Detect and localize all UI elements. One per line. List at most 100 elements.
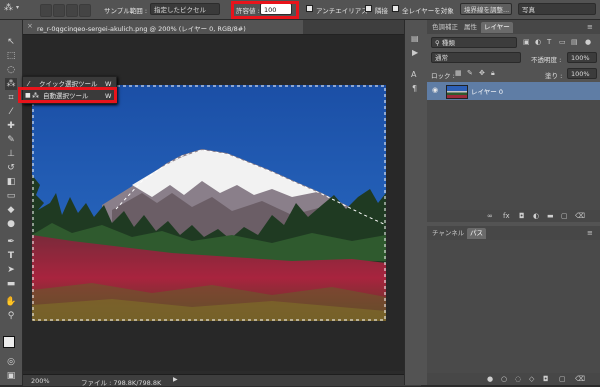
- fill-path-icon[interactable]: ●: [487, 375, 493, 383]
- layer-filter-select[interactable]: ⚲ 種類: [431, 37, 517, 48]
- filter-toggle-icon[interactable]: ●: [585, 38, 591, 46]
- eye-icon[interactable]: ◉: [432, 86, 438, 94]
- add-mask-icon[interactable]: ◘: [543, 375, 549, 383]
- new-path-icon[interactable]: ▢: [559, 375, 566, 383]
- shape-tool-icon[interactable]: ▬: [5, 278, 17, 290]
- trash-icon[interactable]: ⌫: [575, 375, 585, 383]
- chevron-down-icon[interactable]: ▾: [16, 4, 19, 11]
- document-tab-bar: × re_r-0qgcinqeo-sergei-akulich.png @ 20…: [23, 20, 421, 35]
- marquee-tool-icon[interactable]: ⬚: [5, 50, 17, 62]
- refine-edge-button[interactable]: 境界線を調整...: [460, 3, 512, 15]
- folder-icon[interactable]: ▬: [547, 212, 554, 220]
- link-icon[interactable]: ∞: [487, 212, 493, 220]
- layers-footer: ∞ fx ◘ ◐ ▬ ▢ ⌫: [427, 210, 600, 222]
- gradient-tool-icon[interactable]: ▭: [5, 190, 17, 202]
- lasso-tool-icon[interactable]: ◌: [5, 64, 17, 76]
- channels-panel-tabbar: チャンネル パス ≡: [427, 226, 600, 240]
- healing-tool-icon[interactable]: ✚: [5, 120, 17, 132]
- panel-menu-icon[interactable]: ≡: [587, 23, 593, 31]
- layer-filter-value: 種類: [441, 39, 455, 47]
- dodge-tool-icon[interactable]: ●: [5, 218, 17, 230]
- lock-transparency-icon[interactable]: ▦: [455, 69, 462, 77]
- fill-input[interactable]: 100%: [567, 68, 597, 79]
- add-selection-button[interactable]: [53, 4, 65, 17]
- tab-layers[interactable]: レイヤー: [481, 22, 513, 33]
- eraser-tool-icon[interactable]: ◧: [5, 176, 17, 188]
- adjustment-icon[interactable]: ◐: [533, 212, 539, 220]
- move-tool-icon[interactable]: ↖: [5, 36, 17, 48]
- filter-pixel-icon[interactable]: ▣: [523, 38, 530, 46]
- tab-adjustments[interactable]: 色調補正: [429, 22, 461, 33]
- pen-tool-icon[interactable]: ✒: [5, 236, 17, 248]
- filter-adjust-icon[interactable]: ◐: [535, 38, 541, 46]
- all-layers-checkbox[interactable]: [392, 5, 399, 12]
- eyedropper-tool-icon[interactable]: ⁄: [5, 106, 17, 118]
- brush-tool-icon[interactable]: ✎: [5, 134, 17, 146]
- fx-icon[interactable]: fx: [503, 212, 510, 220]
- zoom-tool-icon[interactable]: ⚲: [5, 310, 17, 322]
- workspace-select[interactable]: 写真: [518, 3, 596, 15]
- filter-shape-icon[interactable]: ▭: [559, 38, 566, 46]
- paths-list: [427, 240, 600, 373]
- screen-mode-icon[interactable]: ▣: [5, 370, 17, 382]
- subtract-selection-button[interactable]: [66, 4, 78, 17]
- sample-size-select[interactable]: 指定したピクセル: [150, 3, 220, 15]
- quick-mask-icon[interactable]: ◎: [5, 356, 17, 368]
- toolbox: ↖ ⬚ ◌ ⁂ ⌗ ⁄ ✚ ✎ ⊥ ↺ ◧ ▭ ◆ ● ✒ T ➤ ▬ ✋ ⚲ …: [0, 20, 23, 385]
- history-brush-icon[interactable]: ↺: [5, 162, 17, 174]
- paragraph-icon[interactable]: ¶: [412, 84, 417, 93]
- stroke-path-icon[interactable]: ○: [501, 375, 507, 383]
- close-icon[interactable]: ×: [27, 22, 33, 30]
- lock-pixels-icon[interactable]: ✎: [467, 69, 473, 77]
- lock-all-icon[interactable]: 🔒︎: [491, 69, 495, 78]
- document-title: re_r-0qgcinqeo-sergei-akulich.png @ 200%…: [37, 25, 246, 33]
- zoom-level[interactable]: 200%: [31, 377, 50, 385]
- options-bar: ⁂ ▾ サンプル範囲 : 指定したピクセル 許容値 : 100 アンチエイリアス…: [0, 0, 600, 20]
- crop-tool-icon[interactable]: ⌗: [5, 92, 17, 104]
- filter-type-icon[interactable]: T: [547, 38, 551, 46]
- layer-name[interactable]: レイヤー 0: [471, 86, 503, 96]
- antialias-checkbox[interactable]: [306, 5, 313, 12]
- antialias-label: アンチエイリアス: [316, 7, 368, 15]
- path-to-selection-icon[interactable]: ◌: [515, 375, 521, 383]
- character-icon[interactable]: A: [411, 70, 416, 79]
- selection-to-path-icon[interactable]: ◇: [529, 375, 534, 383]
- magic-wand-tool-icon[interactable]: ⁂: [5, 78, 17, 90]
- search-icon: ⚲: [435, 39, 442, 47]
- history-icon[interactable]: ▤: [411, 34, 419, 43]
- stamp-tool-icon[interactable]: ⊥: [5, 148, 17, 160]
- panel-dock-strip: ▤ ▶ A ¶: [404, 20, 427, 385]
- file-size: ファイル : 798.8K/798.8K: [81, 379, 162, 387]
- play-icon[interactable]: ▶: [173, 376, 178, 383]
- lock-label: ロック :: [431, 72, 455, 80]
- canvas-image[interactable]: [32, 85, 386, 321]
- opacity-input[interactable]: 100%: [567, 52, 597, 63]
- layer-row[interactable]: ◉ レイヤー 0: [427, 82, 600, 100]
- contiguous-checkbox[interactable]: [365, 5, 372, 12]
- blend-mode-select[interactable]: 通常: [431, 52, 521, 63]
- tab-paths[interactable]: パス: [467, 228, 486, 239]
- blur-tool-icon[interactable]: ◆: [5, 204, 17, 216]
- new-layer-icon[interactable]: ▢: [561, 212, 568, 220]
- all-layers-label: 全レイヤーを対象: [402, 7, 454, 15]
- actions-play-icon[interactable]: ▶: [412, 48, 418, 57]
- fill-label: 塗り :: [545, 72, 563, 80]
- panel-menu-icon[interactable]: ≡: [587, 229, 593, 237]
- type-tool-icon[interactable]: T: [5, 250, 17, 262]
- filter-smart-icon[interactable]: ▤: [571, 38, 578, 46]
- tolerance-highlight: [231, 1, 299, 19]
- magic-wand-icon[interactable]: ⁂: [4, 3, 13, 13]
- intersect-selection-button[interactable]: [79, 4, 91, 17]
- layers-list-empty: [427, 100, 600, 210]
- tab-properties[interactable]: 属性: [461, 22, 480, 33]
- trash-icon[interactable]: ⌫: [575, 212, 585, 220]
- foreground-color-swatch[interactable]: [3, 336, 15, 348]
- new-selection-button[interactable]: [40, 4, 52, 17]
- mask-icon[interactable]: ◘: [519, 212, 525, 220]
- document-tab[interactable]: × re_r-0qgcinqeo-sergei-akulich.png @ 20…: [23, 20, 303, 34]
- contiguous-label: 隣接: [375, 7, 388, 15]
- path-selection-icon[interactable]: ➤: [5, 264, 17, 276]
- lock-position-icon[interactable]: ✥: [479, 69, 485, 77]
- hand-tool-icon[interactable]: ✋: [5, 296, 17, 308]
- tab-channels[interactable]: チャンネル: [429, 228, 467, 239]
